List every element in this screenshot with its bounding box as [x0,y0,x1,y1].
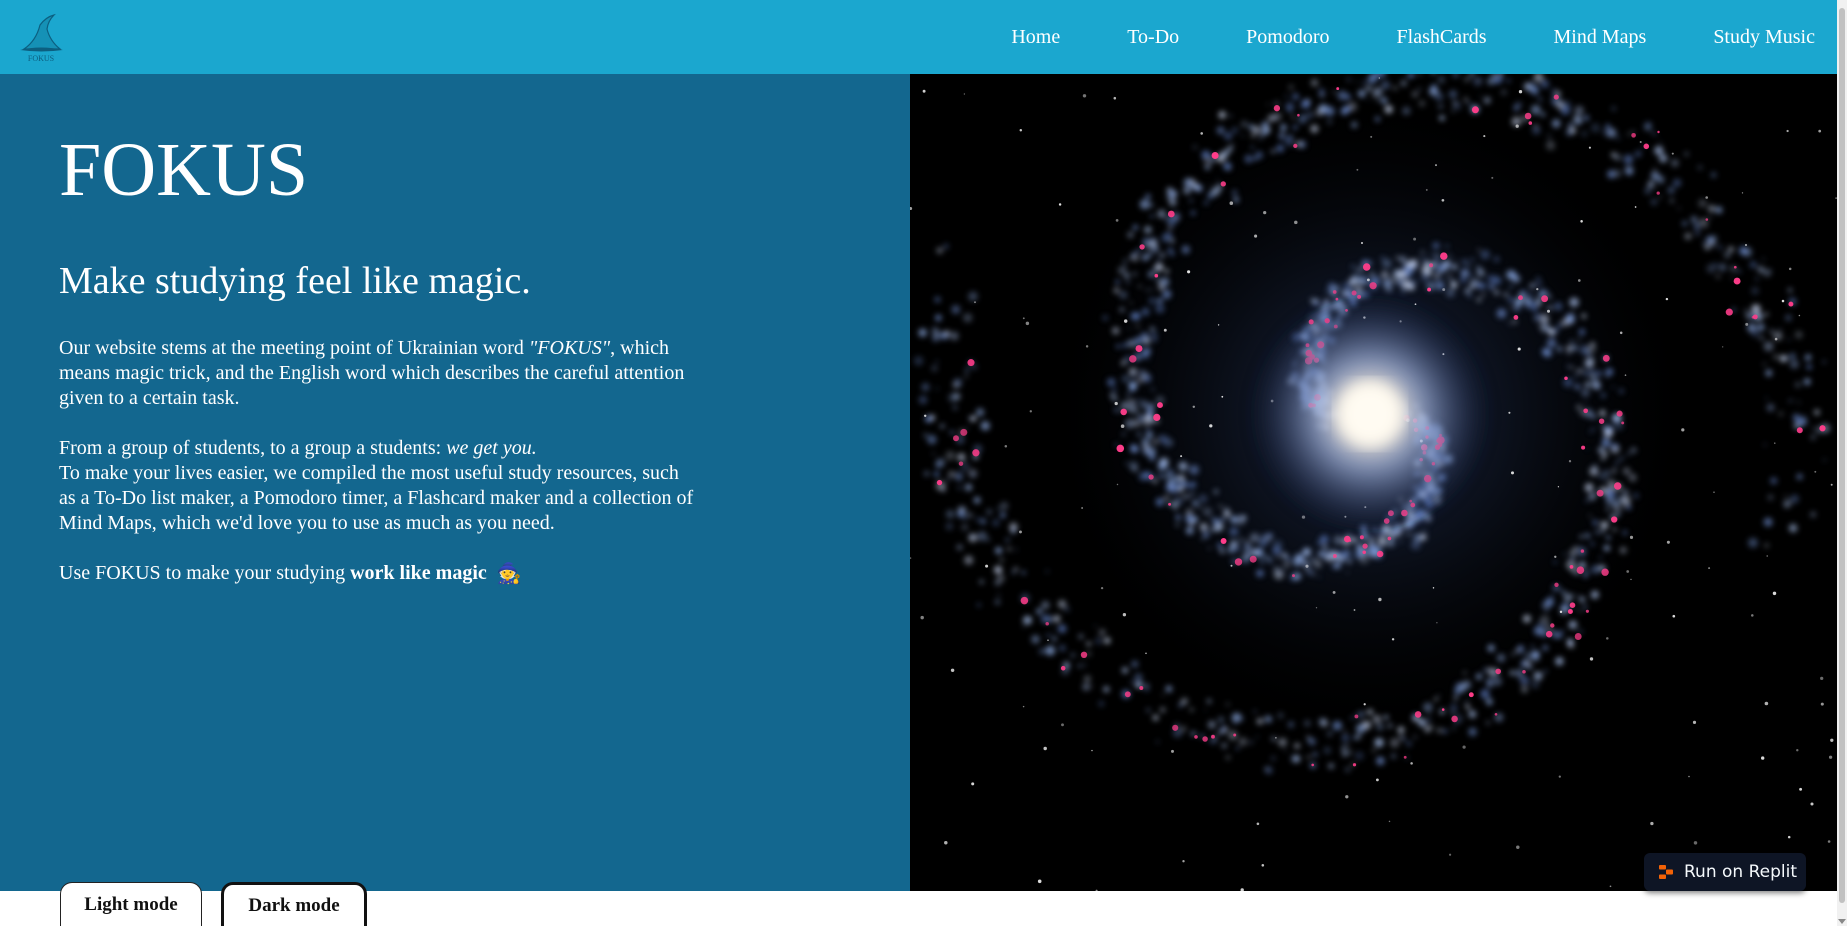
nav-pomodoro[interactable]: Pomodoro [1246,26,1329,49]
intro-paragraph-2: From a group of students, to a group a s… [59,437,537,459]
intro-paragraph-1: Our website stems at the meeting point o… [59,337,685,409]
wizard-hat-icon: FOKUS [20,13,63,63]
nav-flashcards[interactable]: FlashCards [1397,26,1487,49]
scroll-down-arrow-icon[interactable] [1838,919,1846,924]
replit-label: Run on Replit [1684,862,1797,882]
intro-copy: Our website stems at the meeting point o… [59,336,699,612]
scrollbar-thumb[interactable] [1839,8,1845,903]
galaxy-image [910,74,1837,891]
spiral-galaxy [910,74,1837,891]
nav-mind-maps[interactable]: Mind Maps [1554,26,1647,49]
tagline: Make studying feel like magic. [59,260,531,302]
we-get-you: we get you. [446,437,537,459]
wizard-emoji-icon: 🧙 [496,563,522,585]
top-navbar: FOKUS Home To-Do Pomodoro FlashCards Min… [0,0,1837,74]
logo-text: FOKUS [28,54,54,63]
page-title: FOKUS [59,128,309,212]
main-nav: Home To-Do Pomodoro FlashCards Mind Maps… [1011,0,1815,74]
fokus-logo[interactable]: FOKUS [16,11,66,63]
fokus-quote: "FOKUS" [528,337,611,359]
intro-paragraph-4: Use FOKUS to make your studying work lik… [59,562,522,585]
nav-study-music[interactable]: Study Music [1713,26,1815,49]
light-mode-button[interactable]: Light mode [60,882,202,926]
run-on-replit-button[interactable]: Run on Replit [1644,853,1806,891]
intro-paragraph-3: To make your lives easier, we compiled t… [59,462,694,534]
work-like-magic: work like magic [350,562,487,584]
nav-todo[interactable]: To-Do [1127,26,1179,49]
nav-home[interactable]: Home [1011,26,1060,49]
hero-panel: FOKUS Make studying feel like magic. Our… [0,74,910,891]
dark-mode-button[interactable]: Dark mode [221,882,367,926]
page-scrollbar[interactable] [1837,0,1847,926]
replit-icon [1659,865,1673,879]
